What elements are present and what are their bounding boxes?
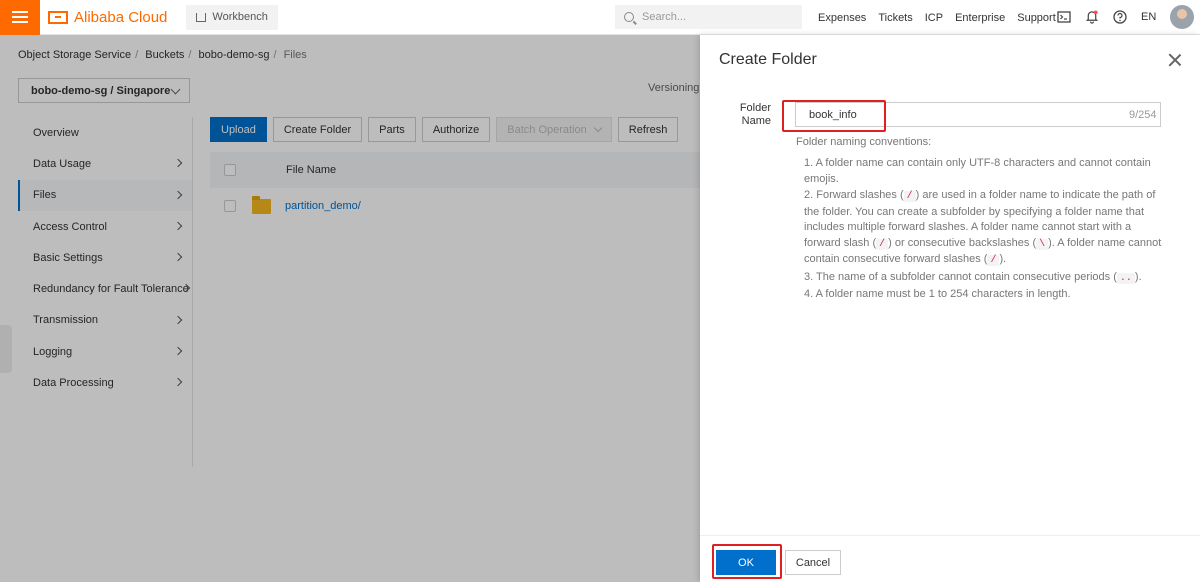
workbench-label: Workbench	[212, 11, 268, 23]
search-placeholder: Search...	[642, 11, 687, 23]
logo-mark-icon	[48, 10, 68, 24]
alibaba-cloud-logo[interactable]: Alibaba Cloud	[48, 0, 167, 35]
character-counter: 9/254	[1129, 109, 1157, 121]
folder-name-input[interactable]: book_info	[795, 102, 1161, 127]
search-icon	[624, 12, 634, 22]
help-icon[interactable]	[1113, 10, 1127, 24]
folder-name-value: book_info	[809, 108, 857, 121]
drawer-title: Create Folder	[719, 51, 817, 68]
tickets-link[interactable]: Tickets	[878, 12, 912, 24]
expenses-link[interactable]: Expenses	[818, 12, 866, 24]
terminal-icon[interactable]	[1057, 10, 1071, 24]
drawer-footer-divider	[700, 535, 1200, 536]
language-switch[interactable]: EN	[1141, 11, 1156, 23]
bell-icon[interactable]	[1085, 10, 1099, 24]
enterprise-link[interactable]: Enterprise	[955, 12, 1005, 24]
close-icon[interactable]	[1168, 53, 1182, 67]
support-link[interactable]: Support	[1017, 12, 1056, 24]
ok-button[interactable]: OK	[716, 550, 776, 575]
home-icon	[196, 12, 207, 22]
naming-rules-list: 1. A folder name can contain only UTF-8 …	[804, 156, 1164, 304]
icp-link[interactable]: ICP	[925, 12, 943, 24]
workbench-button[interactable]: Workbench	[186, 4, 278, 30]
brand-name: Alibaba Cloud	[74, 8, 168, 26]
modal-overlay[interactable]	[0, 35, 700, 582]
rule-2: 2. Forward slashes (/) are used in a fol…	[804, 189, 1162, 266]
rule-4: 4. A folder name must be 1 to 254 charac…	[804, 288, 1071, 300]
cancel-button[interactable]: Cancel	[785, 550, 841, 575]
folder-name-label: Folder Name	[739, 102, 771, 127]
search-input[interactable]: Search...	[615, 5, 802, 29]
create-folder-drawer: Create Folder Folder Name book_info 9/25…	[700, 35, 1200, 582]
conventions-title: Folder naming conventions:	[796, 136, 932, 148]
rule-3: 3. The name of a subfolder cannot contai…	[804, 270, 1142, 284]
rule-1: 1. A folder name can contain only UTF-8 …	[804, 157, 1151, 185]
top-navigation-bar: Alibaba Cloud Workbench Search... Expens…	[0, 0, 1200, 35]
avatar[interactable]	[1170, 5, 1194, 29]
menu-icon[interactable]	[0, 0, 40, 35]
